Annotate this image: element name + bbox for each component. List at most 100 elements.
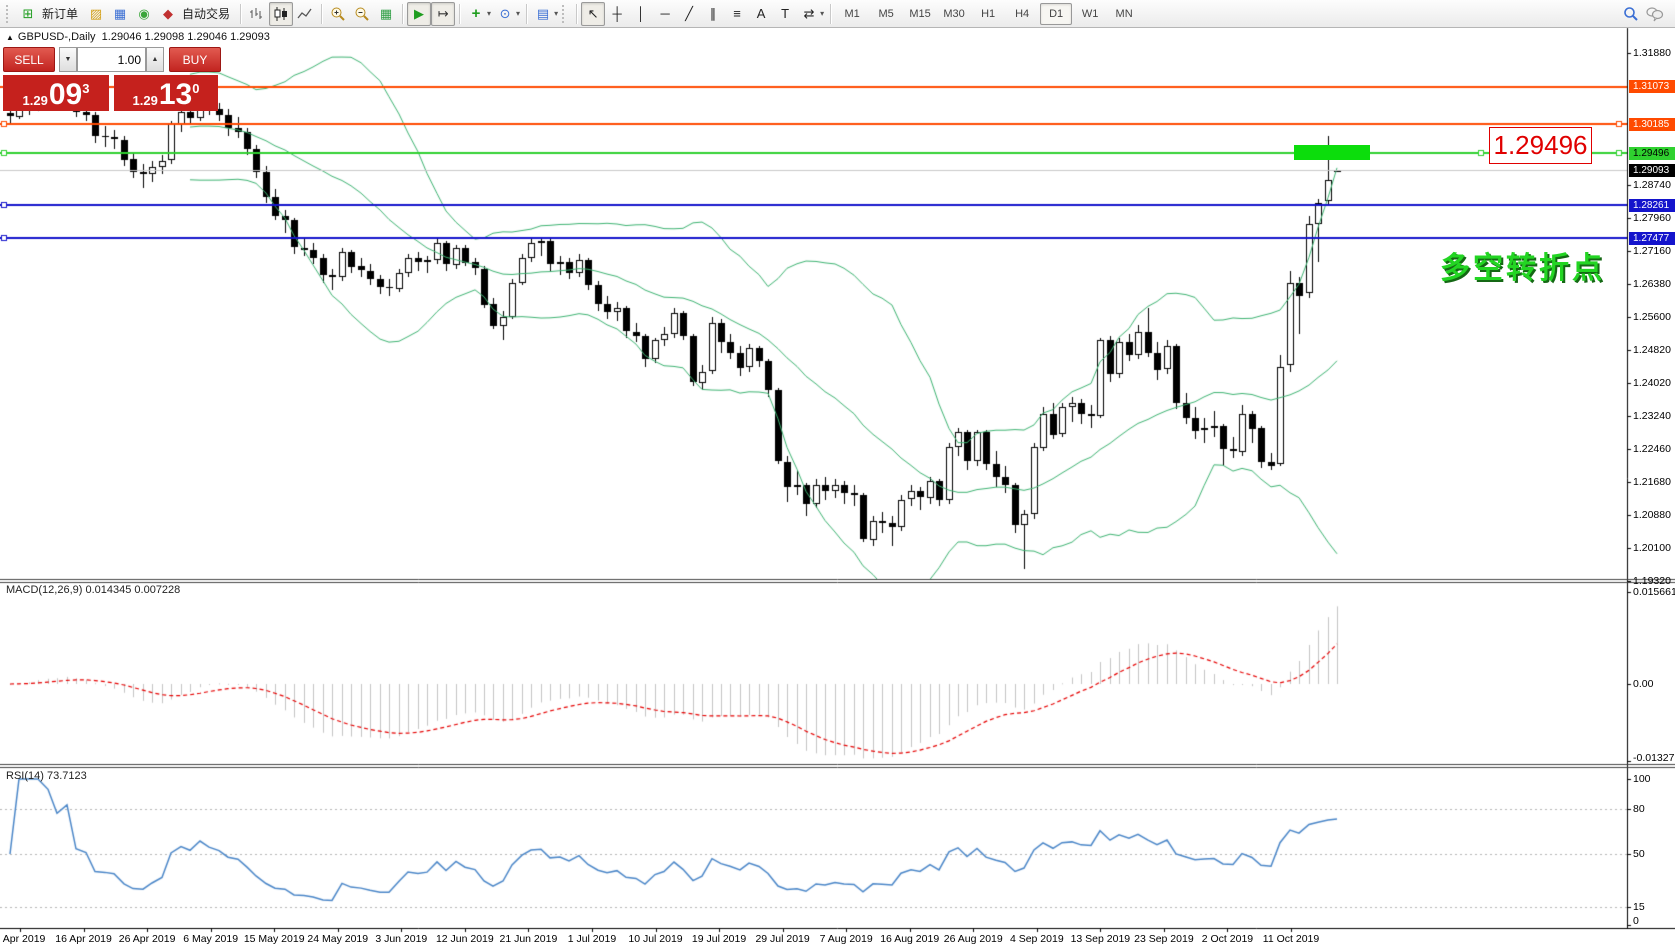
date-label: 16 Aug 2019 bbox=[880, 933, 939, 945]
market-watch-icon[interactable]: ▦ bbox=[108, 2, 132, 26]
date-label: 24 May 2019 bbox=[307, 933, 368, 945]
candlestick-chart-icon[interactable] bbox=[269, 2, 293, 26]
cursor-icon[interactable]: ↖ bbox=[581, 2, 605, 26]
date-label: 13 Sep 2019 bbox=[1071, 933, 1131, 945]
horizontal-line-icon[interactable]: ─ bbox=[653, 2, 677, 26]
alerts-icon[interactable]: ◉ bbox=[132, 2, 156, 26]
macd-indicator-label: MACD(12,26,9) 0.014345 0.007228 bbox=[6, 584, 180, 596]
timeframe-m30-button[interactable]: M30 bbox=[938, 3, 970, 25]
date-label: 10 Jul 2019 bbox=[628, 933, 682, 945]
arrows-icon[interactable]: ⇄ bbox=[797, 2, 821, 26]
price-tick-label: 1.31880 bbox=[1633, 47, 1671, 59]
volume-decrease-button[interactable]: ▼ bbox=[59, 47, 77, 72]
date-label: 11 Oct 2019 bbox=[1263, 933, 1319, 945]
hline-price-badge: 1.28261 bbox=[1629, 199, 1675, 212]
rsi-axis-label: 50 bbox=[1633, 848, 1645, 860]
timeframe-m1-button[interactable]: M1 bbox=[836, 3, 868, 25]
line-chart-icon[interactable] bbox=[293, 2, 317, 26]
date-label: 15 May 2019 bbox=[244, 933, 305, 945]
templates-dropdown-icon[interactable]: ▾ bbox=[554, 9, 558, 18]
price-tick-label: 1.21680 bbox=[1633, 476, 1671, 488]
periods-icon[interactable]: ⊙ bbox=[493, 2, 517, 26]
price-tick-label: 1.24020 bbox=[1633, 377, 1671, 389]
price-tick-label: 1.20100 bbox=[1633, 542, 1671, 554]
autotrading-label[interactable]: 自动交易 bbox=[182, 5, 230, 22]
bar-chart-icon[interactable] bbox=[245, 2, 269, 26]
fibonacci-icon[interactable]: ≡ bbox=[725, 2, 749, 26]
search-icon[interactable] bbox=[1619, 2, 1643, 26]
equidistant-channel-icon[interactable]: ∥ bbox=[701, 2, 725, 26]
toolbar-drag-handle[interactable] bbox=[562, 5, 568, 23]
price-tick-label: 1.20880 bbox=[1633, 509, 1671, 521]
price-callout-label[interactable]: 1.29496 bbox=[1489, 127, 1592, 164]
buy-price-button[interactable]: 1.29 13 0 bbox=[114, 75, 218, 111]
new-order-icon[interactable]: ⊞ bbox=[16, 2, 40, 26]
price-tick-label: 1.27960 bbox=[1633, 212, 1671, 224]
one-click-trade-panel: SELL ▼ ▲ BUY 1.29 09 3 1.29 13 0 bbox=[3, 47, 221, 111]
zoom-in-icon[interactable] bbox=[326, 2, 350, 26]
sell-price-button[interactable]: 1.29 09 3 bbox=[3, 75, 109, 111]
date-label: 6 May 2019 bbox=[183, 933, 238, 945]
window-collapse-icon[interactable]: ▲ bbox=[6, 33, 14, 42]
crosshair-icon[interactable]: ┼ bbox=[605, 2, 629, 26]
rsi-axis-label: 15 bbox=[1633, 901, 1645, 913]
autotrading-icon[interactable]: ◆ bbox=[156, 2, 180, 26]
date-label: 19 Jul 2019 bbox=[692, 933, 746, 945]
profiles-icon[interactable]: ▨ bbox=[84, 2, 108, 26]
indicators-icon[interactable]: + bbox=[464, 2, 488, 26]
timeframe-m15-button[interactable]: M15 bbox=[904, 3, 936, 25]
zoom-out-icon[interactable] bbox=[350, 2, 374, 26]
price-tick-label: 1.27160 bbox=[1633, 245, 1671, 257]
templates-icon[interactable]: ▤ bbox=[531, 2, 555, 26]
timeframe-mn-button[interactable]: MN bbox=[1108, 3, 1140, 25]
timeframe-m5-button[interactable]: M5 bbox=[870, 3, 902, 25]
sell-price-pips: 09 bbox=[49, 81, 82, 108]
indicators-dropdown-icon[interactable]: ▾ bbox=[487, 9, 491, 18]
highlight-box[interactable] bbox=[1294, 145, 1370, 160]
timeframe-h1-button[interactable]: H1 bbox=[972, 3, 1004, 25]
price-tick-label: 1.23240 bbox=[1633, 410, 1671, 422]
auto-scroll-icon[interactable]: ▶ bbox=[407, 2, 431, 26]
date-label: 2 Oct 2019 bbox=[1202, 933, 1253, 945]
hline-price-badge: 1.30185 bbox=[1629, 118, 1675, 131]
hline-price-badge: 1.29496 bbox=[1629, 147, 1675, 160]
arrows-dropdown-icon[interactable]: ▾ bbox=[820, 9, 824, 18]
new-order-label[interactable]: 新订单 bbox=[42, 5, 78, 22]
timeframe-d1-button[interactable]: D1 bbox=[1040, 3, 1072, 25]
mt4-window: ⊞新订单▨▦◉◆自动交易▦▶↦+▾⊙▾▤▾↖┼│─╱∥≡AT⇄▾M1M5M15M… bbox=[0, 0, 1675, 950]
price-tick-label: 1.19320 bbox=[1633, 575, 1671, 587]
periods-dropdown-icon[interactable]: ▾ bbox=[516, 9, 520, 18]
chart-surface[interactable] bbox=[0, 0, 1675, 950]
sell-price-point: 3 bbox=[82, 82, 89, 95]
macd-axis-label: 0.015661 bbox=[1633, 586, 1675, 598]
date-label: 7 Apr 2019 bbox=[0, 933, 45, 945]
chat-icon[interactable] bbox=[1643, 2, 1667, 26]
date-label: 7 Aug 2019 bbox=[820, 933, 873, 945]
date-label: 3 Jun 2019 bbox=[375, 933, 427, 945]
macd-axis-label: 0.00 bbox=[1633, 678, 1653, 690]
tile-windows-icon[interactable]: ▦ bbox=[374, 2, 398, 26]
macd-axis-label: -0.013276 bbox=[1633, 752, 1675, 764]
toolbar-separator bbox=[576, 4, 577, 24]
toolbar: ⊞新订单▨▦◉◆自动交易▦▶↦+▾⊙▾▤▾↖┼│─╱∥≡AT⇄▾M1M5M15M… bbox=[0, 0, 1675, 28]
date-label: 4 Sep 2019 bbox=[1010, 933, 1064, 945]
sell-button[interactable]: SELL bbox=[3, 47, 55, 72]
volume-input[interactable] bbox=[77, 47, 146, 72]
chart-shift-icon[interactable]: ↦ bbox=[431, 2, 455, 26]
date-label: 23 Sep 2019 bbox=[1134, 933, 1194, 945]
turning-point-annotation[interactable]: 多空转折点 bbox=[1440, 243, 1605, 287]
buy-price-pips: 13 bbox=[159, 81, 192, 108]
text-icon[interactable]: A bbox=[749, 2, 773, 26]
date-label: 26 Aug 2019 bbox=[944, 933, 1003, 945]
buy-button[interactable]: BUY bbox=[169, 47, 221, 72]
rsi-indicator-label: RSI(14) 73.7123 bbox=[6, 770, 87, 782]
timeframe-w1-button[interactable]: W1 bbox=[1074, 3, 1106, 25]
date-label: 1 Jul 2019 bbox=[568, 933, 616, 945]
hline-price-badge: 1.27477 bbox=[1629, 232, 1675, 245]
trendline-icon[interactable]: ╱ bbox=[677, 2, 701, 26]
toolbar-drag-handle[interactable] bbox=[6, 5, 12, 23]
vertical-line-icon[interactable]: │ bbox=[629, 2, 653, 26]
timeframe-h4-button[interactable]: H4 bbox=[1006, 3, 1038, 25]
volume-increase-button[interactable]: ▲ bbox=[146, 47, 164, 72]
text-label-icon[interactable]: T bbox=[773, 2, 797, 26]
